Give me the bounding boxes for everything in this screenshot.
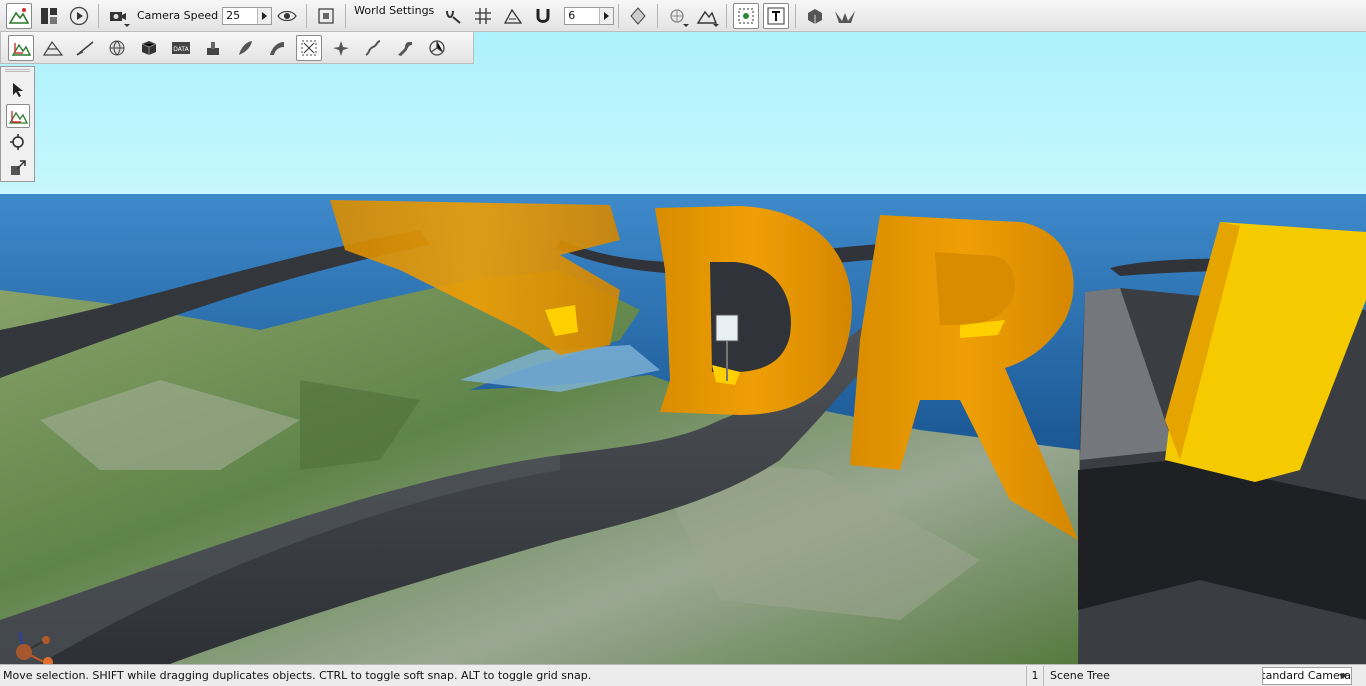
scene-tree-label[interactable]: Scene Tree — [1044, 669, 1262, 682]
object-library-icon[interactable] — [802, 3, 828, 29]
3d-viewport[interactable] — [0, 0, 1366, 664]
play-icon[interactable] — [66, 3, 92, 29]
grid-snap-icon[interactable] — [470, 3, 496, 29]
cube-icon[interactable] — [136, 35, 162, 61]
status-message: Move selection. SHIFT while dragging dup… — [3, 669, 592, 682]
rotate-tool-icon[interactable] — [6, 130, 30, 154]
snap-size-arrow-icon[interactable] — [599, 7, 614, 24]
particle-icon[interactable] — [328, 35, 354, 61]
bounds-icon[interactable] — [664, 3, 690, 29]
sphere-icon[interactable] — [104, 35, 130, 61]
palette-grip[interactable] — [5, 69, 30, 72]
object-transform-icon[interactable] — [625, 3, 651, 29]
decal-icon[interactable] — [200, 35, 226, 61]
toolbar-separator — [657, 3, 659, 28]
camera-mode-select[interactable]: Standard Camera — [1262, 666, 1352, 685]
camera-speed-input[interactable]: 25 — [222, 6, 273, 25]
camera-mode-value[interactable]: Standard Camera — [1263, 669, 1351, 682]
select-object-icon[interactable] — [733, 2, 760, 29]
terrain-tools-icon[interactable] — [694, 3, 720, 29]
eye-visibility-icon[interactable] — [274, 3, 300, 29]
object-editor-icon[interactable] — [8, 34, 34, 61]
tool-palette — [0, 66, 35, 182]
select-arrow-icon[interactable] — [6, 78, 30, 102]
layout-panels-icon[interactable] — [36, 3, 62, 29]
toolbar-separator — [795, 3, 797, 28]
toolbar-separator — [345, 3, 347, 28]
terrain-paint-icon[interactable] — [72, 35, 98, 61]
toolbar-separator — [618, 3, 620, 28]
world-settings-label[interactable]: World Settings — [350, 4, 438, 17]
editor-tools-toolbar: DATA — [0, 32, 474, 64]
snap-size-value[interactable]: 6 — [565, 9, 599, 22]
camera-speed-arrow-icon[interactable] — [257, 7, 272, 24]
terrain-mesh-icon[interactable] — [40, 35, 66, 61]
magnet-icon[interactable] — [530, 3, 556, 29]
move-tool-icon[interactable] — [5, 104, 30, 128]
terrain-editor-icon[interactable] — [6, 2, 32, 29]
scene-render[interactable] — [0, 0, 1366, 664]
main-toolbar: Camera Speed 25 World Settings 6 — [0, 0, 1366, 32]
terrain-snap-icon[interactable] — [500, 3, 526, 29]
decal-road-icon[interactable] — [392, 35, 418, 61]
camera-speed-value[interactable]: 25 — [223, 9, 257, 22]
snap-size-input[interactable]: 6 — [564, 6, 615, 25]
forest-icon[interactable] — [832, 3, 858, 29]
camera-icon[interactable] — [105, 3, 131, 29]
road-editor-icon[interactable] — [296, 34, 322, 61]
river-icon[interactable] — [360, 35, 386, 61]
datablock-icon[interactable]: DATA — [168, 35, 194, 61]
toolbar-separator — [98, 3, 99, 28]
fit-view-icon[interactable] — [313, 3, 339, 29]
svg-text:DATA: DATA — [173, 46, 189, 53]
forest-brush-icon[interactable] — [232, 35, 258, 61]
navmesh-icon[interactable] — [424, 35, 450, 61]
text-tool-icon[interactable] — [763, 2, 790, 29]
scale-tool-icon[interactable] — [6, 156, 30, 180]
selection-count: 1 — [1026, 665, 1044, 686]
toolbar-separator — [306, 3, 308, 28]
camera-speed-label: Camera Speed — [137, 9, 219, 22]
status-bar: Move selection. SHIFT while dragging dup… — [0, 664, 1366, 686]
toolbar-separator — [726, 3, 728, 28]
snap-tool-icon[interactable] — [440, 3, 466, 29]
mesh-road-icon[interactable] — [264, 35, 290, 61]
